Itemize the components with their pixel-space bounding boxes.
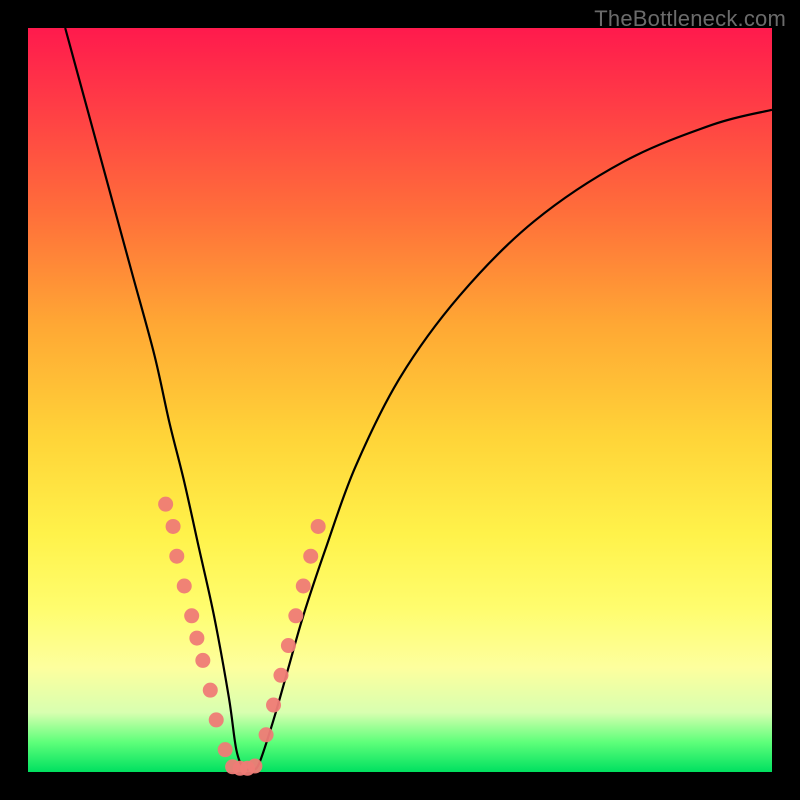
left-arm-dots-dot — [169, 549, 184, 564]
bottleneck-curve-path — [65, 28, 772, 770]
left-arm-dots-dot — [177, 579, 192, 594]
right-arm-dots-dot — [311, 519, 326, 534]
right-arm-dots-dot — [288, 608, 303, 623]
left-arm-dots-dot — [189, 631, 204, 646]
chart-svg — [28, 28, 772, 772]
outer-frame: TheBottleneck.com — [0, 0, 800, 800]
right-arm-dots-dot — [273, 668, 288, 683]
left-arm-dots-dot — [218, 742, 233, 757]
trough-dots-dot — [247, 759, 262, 774]
left-arm-dots-dot — [203, 683, 218, 698]
left-arm-dots-dot — [184, 608, 199, 623]
marker-layer — [158, 497, 326, 776]
left-arm-dots-dot — [166, 519, 181, 534]
right-arm-dots-dot — [259, 727, 274, 742]
watermark-text: TheBottleneck.com — [594, 6, 786, 32]
right-arm-dots-dot — [266, 698, 281, 713]
left-arm-dots-dot — [158, 497, 173, 512]
curve-layer — [65, 28, 772, 770]
left-arm-dots-dot — [209, 712, 224, 727]
plot-area — [28, 28, 772, 772]
right-arm-dots-dot — [296, 579, 311, 594]
right-arm-dots-dot — [281, 638, 296, 653]
right-arm-dots-dot — [303, 549, 318, 564]
left-arm-dots-dot — [195, 653, 210, 668]
